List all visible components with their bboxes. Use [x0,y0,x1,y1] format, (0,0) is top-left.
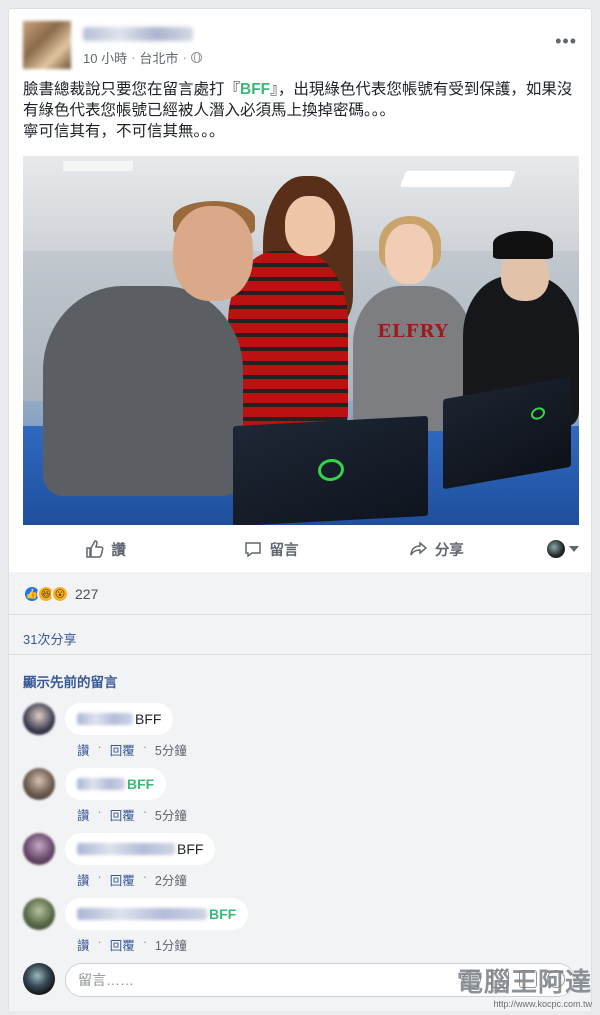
globe-icon[interactable] [190,52,202,63]
watermark: 電腦王阿達 http://www.kocpc.com.tw [457,962,592,1009]
comment-like-link[interactable]: 讚 [77,740,90,759]
comment-action-separator: · [142,870,147,884]
like-button[interactable]: 讚 [23,539,188,560]
comment-bubble: BFF [65,898,249,930]
comment-action-separator: · [97,870,102,884]
reaction-count: 227 [75,586,99,602]
post-meta: 10 小時 · 台北市 · [83,48,202,67]
comment-text: BFF [209,906,237,922]
commenter-name[interactable] [77,843,175,855]
photo-person [285,196,335,256]
comment-reply-link[interactable]: 回覆 [110,805,135,824]
comment-time[interactable]: 1分鐘 [155,935,187,954]
post-time[interactable]: 10 小時 [83,48,127,67]
share-count[interactable]: 31次分享 [23,629,76,648]
reactions-summary[interactable]: 👍 😆 😮 227 [23,585,98,603]
avatar[interactable] [23,963,55,995]
divider [9,614,593,615]
post-text-part1: 臉書總裁說只要您在留言處打『 [23,81,241,98]
avatar[interactable] [23,898,55,930]
author-avatar[interactable] [23,21,71,69]
comment: BFF 讚 · 回覆 · 5分鐘 [23,768,563,830]
post-card: 10 小時 · 台北市 · ••• 臉書總裁說只要您在留言處打『BFF』，出現綠… [8,8,593,1011]
photo-light [63,161,133,171]
comment-actions: 讚 · 回覆 · 1分鐘 [77,935,187,954]
commenter-name[interactable] [77,778,125,790]
comment-time[interactable]: 5分鐘 [155,740,187,759]
thumbs-up-icon [86,540,104,558]
post-photo[interactable]: ELFRY [23,156,579,525]
comment: BFF 讚 · 回覆 · 5分鐘 [23,703,563,765]
comment-action-separator: · [142,740,147,754]
meta-separator-2: · [182,50,187,65]
comment-actions: 讚 · 回覆 · 5分鐘 [77,805,187,824]
comment-text: BFF [177,841,204,857]
watermark-url: http://www.kocpc.com.tw [493,999,592,1009]
avatar [546,540,565,558]
photo-person [43,286,243,496]
comment-text: BFF [127,776,155,792]
comment: BFF 讚 · 回覆 · 2分鐘 [23,833,563,895]
comment-reply-link[interactable]: 回覆 [110,935,135,954]
comment-like-link[interactable]: 讚 [77,935,90,954]
meta-separator: · [131,50,136,65]
post-actions: 讚 留言 分享 [23,529,579,569]
more-icon[interactable]: ••• [555,31,577,52]
audience-selector[interactable] [519,540,579,558]
comment-bubble: BFF [65,703,174,735]
author-name[interactable] [83,27,193,41]
comment-button[interactable]: 留言 [188,539,353,560]
photo-person [493,231,553,259]
photo-light [400,171,516,187]
view-previous-comments[interactable]: 顯示先前的留言 [23,671,118,691]
photo-person [173,206,253,301]
comment-label: 留言 [269,542,299,559]
wow-reaction-icon: 😮 [51,585,69,603]
photo-shirt-text: ELFRY [377,321,449,342]
comment-text: BFF [135,711,162,727]
comment-action-separator: · [97,740,102,754]
comment-icon [245,542,262,558]
avatar[interactable] [23,703,55,735]
comment-like-link[interactable]: 讚 [77,870,90,889]
photo-person [385,224,433,284]
watermark-title: 電腦王阿達 [456,968,592,998]
commenter-name[interactable] [77,713,133,725]
avatar[interactable] [23,768,55,800]
comment-actions: 讚 · 回覆 · 5分鐘 [77,740,187,759]
commenter-name[interactable] [77,908,207,920]
comment-action-separator: · [97,805,102,819]
post-text: 臉書總裁說只要您在留言處打『BFF』，出現綠色代表您帳號有受到保護，如果沒有綠色… [23,79,579,142]
post-text-line3: 寧可信其有，不可信其無。。。 [23,123,225,140]
comment-action-separator: · [97,935,102,949]
comment-bubble: BFF [65,768,167,800]
comment: BFF 讚 · 回覆 · 1分鐘 [23,898,563,960]
comment-actions: 讚 · 回覆 · 2分鐘 [77,870,187,889]
like-label: 讚 [111,542,126,559]
photo-laptop [233,415,428,525]
avatar[interactable] [23,833,55,865]
razer-logo-icon [531,406,545,421]
post-text-green: BFF [240,81,271,98]
chevron-down-icon [568,546,579,552]
comment-bubble: BFF [65,833,216,865]
comment-action-separator: · [142,805,147,819]
comment-like-link[interactable]: 讚 [77,805,90,824]
share-button[interactable]: 分享 [354,539,519,560]
comment-action-separator: · [142,935,147,949]
razer-logo-icon [318,458,344,482]
share-label: 分享 [434,542,464,559]
comment-time[interactable]: 5分鐘 [155,805,187,824]
comment-reply-link[interactable]: 回覆 [110,870,135,889]
post-header: 10 小時 · 台北市 · ••• [23,21,577,71]
comment-time[interactable]: 2分鐘 [155,870,187,889]
comment-reply-link[interactable]: 回覆 [110,740,135,759]
divider [9,654,593,655]
post-location[interactable]: 台北市 [139,48,178,67]
share-icon [410,541,427,556]
